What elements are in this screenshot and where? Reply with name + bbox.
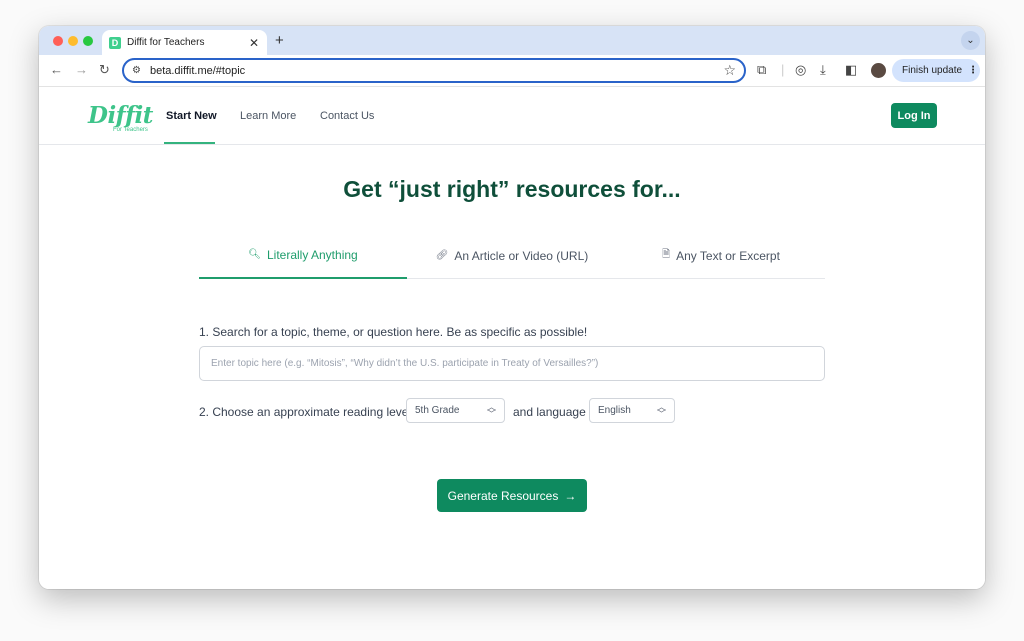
browser-tab[interactable]: D Diffit for Teachers ✕ [102,30,267,55]
arrow-right-icon: → [564,488,577,503]
diffit-logo[interactable]: Diffit [88,102,153,129]
url-text[interactable]: beta.diffit.me/#topic [150,65,723,77]
language-value: English [598,405,631,416]
tab-any-text[interactable]: 🗎 Any Text or Excerpt [617,232,825,279]
new-tab-plus-icon[interactable]: + [275,32,284,49]
tab-label: An Article or Video (URL) [454,248,589,263]
search-icon: 🔍︎ [248,249,261,260]
forward-arrow-icon[interactable]: → [75,62,88,77]
step1-label: 1. Search for a topic, theme, or questio… [199,325,588,339]
tab-strip: D Diffit for Teachers ✕ + ⌄ [39,26,985,55]
reading-level-value: 5th Grade [415,405,460,416]
bookmark-star-icon[interactable]: ☆ [723,62,736,79]
generate-label: Generate Resources [447,488,559,503]
logo-subtitle: For Teachers [113,127,148,133]
profile-avatar[interactable] [871,63,886,78]
address-bar[interactable]: ⚙ beta.diffit.me/#topic ☆ [122,58,746,83]
tab-title: Diffit for Teachers [127,37,205,48]
more-options-icon: ⋮ [968,65,979,76]
tab-label: Any Text or Excerpt [676,248,780,263]
site-info-icon[interactable]: ⚙ [132,65,141,76]
document-icon: 🗎 [662,249,671,260]
language-select[interactable]: English ︿ ﹀ [589,398,675,423]
maximize-window-button[interactable] [83,36,93,46]
tab-search-chevron-icon[interactable]: ⌄ [961,31,980,50]
generate-resources-button[interactable]: Generate Resources → [437,479,587,512]
tab-literally-anything[interactable]: 🔍︎ Literally Anything [199,232,407,279]
close-window-button[interactable] [53,36,63,46]
diffit-favicon-icon: D [109,36,121,49]
select-chevron-icon: ︿ ﹀ [656,402,666,419]
nav-contact-us[interactable]: Contact Us [320,110,374,122]
diffit-page: Diffit For Teachers Start New Learn More… [39,87,985,589]
nav-start-new[interactable]: Start New [166,110,217,122]
close-tab-icon[interactable]: ✕ [249,36,259,50]
nav-learn-more[interactable]: Learn More [240,110,296,122]
browser-toolbar: ← → ↻ ⚙ beta.diffit.me/#topic ☆ ⧉ | ◎ ⤓ … [39,55,985,87]
reload-icon[interactable]: ↻ [99,62,110,78]
minimize-window-button[interactable] [68,36,78,46]
select-chevron-icon: ︿ ﹀ [486,402,496,419]
tab-label: Literally Anything [266,247,358,262]
step2-label: 2. Choose an approximate reading level [199,405,412,419]
page-title: Get “just right” resources for... [343,176,681,202]
topic-input[interactable] [199,346,825,381]
login-button[interactable]: Log In [891,103,937,128]
and-language-label: and language [513,405,586,419]
back-arrow-icon[interactable]: ← [50,62,63,77]
download-icon[interactable]: ⤓ [820,62,826,78]
finish-update-button[interactable]: Finish update ⋮ [892,59,980,82]
tab-article-or-video[interactable]: 🔗︎ An Article or Video (URL) [407,232,617,279]
finish-update-label: Finish update [902,65,963,76]
input-type-tabs: 🔍︎ Literally Anything 🔗︎ An Article or V… [199,232,825,279]
extension-icon[interactable]: ◎ [795,62,806,78]
active-nav-indicator [164,142,215,144]
reading-level-select[interactable]: 5th Grade ︿ ﹀ [406,398,505,423]
browser-window: D Diffit for Teachers ✕ + ⌄ ← → ↻ ⚙ beta… [39,26,985,589]
site-header: Diffit For Teachers Start New Learn More… [39,87,985,145]
side-panel-icon[interactable]: ◧ [845,62,857,78]
toolbar-divider: | [781,62,785,77]
link-icon: 🔗︎ [435,250,449,261]
extensions-puzzle-icon[interactable]: ⧉ [757,62,766,78]
